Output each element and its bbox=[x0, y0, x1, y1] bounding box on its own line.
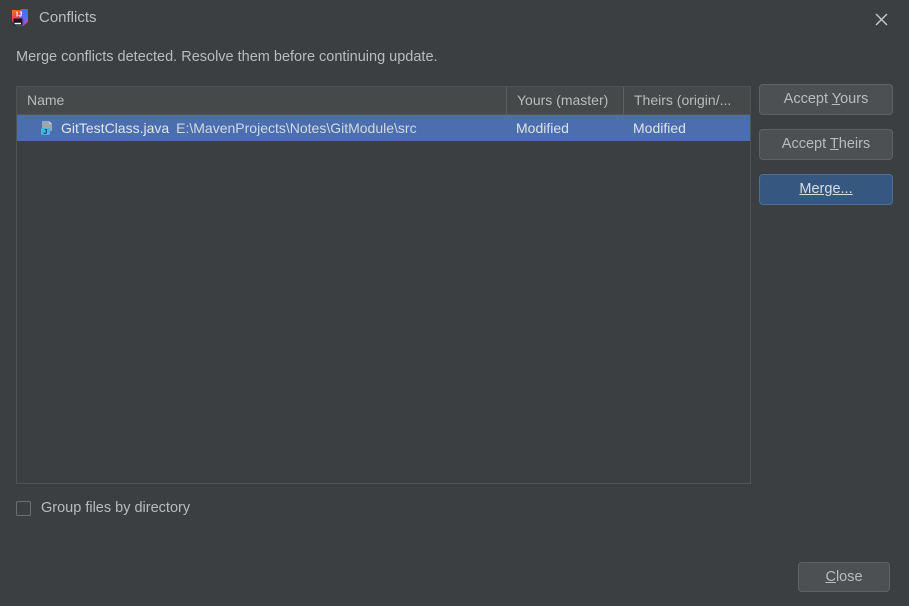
accept-yours-button[interactable]: Accept Yours bbox=[759, 84, 893, 115]
dialog-title: Conflicts bbox=[39, 9, 97, 26]
accept-theirs-mnemonic: T bbox=[829, 136, 839, 152]
close-button[interactable]: Close bbox=[798, 562, 890, 592]
file-name-text: GitTestClass.java bbox=[61, 120, 170, 136]
group-files-by-directory-row[interactable]: Group files by directory bbox=[16, 500, 190, 516]
svg-text:J: J bbox=[43, 129, 47, 136]
column-header-theirs[interactable]: Theirs (origin/... bbox=[623, 87, 750, 114]
accept-theirs-label-after: heirs bbox=[838, 136, 871, 152]
accept-yours-mnemonic: Y bbox=[831, 91, 841, 107]
cell-file-name: J GitTestClass.java E:\MavenProjects\Not… bbox=[17, 115, 506, 141]
accept-yours-label-before: Accept bbox=[783, 91, 832, 107]
cell-theirs-status: Modified bbox=[633, 120, 686, 136]
conflict-message: Merge conflicts detected. Resolve them b… bbox=[16, 49, 438, 65]
conflicts-table: Name Yours (master) Theirs (origin/... J… bbox=[16, 86, 751, 484]
table-row[interactable]: J GitTestClass.java E:\MavenProjects\Not… bbox=[17, 115, 750, 141]
dialog-title-bar: IJ Conflicts bbox=[0, 0, 909, 37]
table-body: J GitTestClass.java E:\MavenProjects\Not… bbox=[17, 115, 750, 483]
close-button-label-after: lose bbox=[835, 569, 863, 585]
group-files-checkbox[interactable] bbox=[16, 500, 31, 516]
java-file-icon: J bbox=[39, 120, 55, 136]
close-button-mnemonic: C bbox=[825, 569, 836, 585]
accept-yours-label-after: ours bbox=[840, 91, 869, 107]
action-button-group: Accept Yours Accept Theirs Merge... bbox=[759, 84, 893, 205]
file-path-text: E:\MavenProjects\Notes\GitModule\src bbox=[176, 120, 417, 136]
table-header-row: Name Yours (master) Theirs (origin/... bbox=[17, 87, 750, 115]
intellij-idea-icon: IJ bbox=[10, 8, 30, 28]
group-files-label: Group files by directory bbox=[41, 500, 191, 516]
close-icon[interactable] bbox=[861, 3, 901, 35]
merge-button[interactable]: Merge... bbox=[759, 174, 893, 205]
merge-button-label: Merge... bbox=[799, 181, 853, 197]
column-header-yours[interactable]: Yours (master) bbox=[506, 87, 623, 114]
column-header-name[interactable]: Name bbox=[17, 87, 506, 114]
cell-yours-status: Modified bbox=[516, 120, 569, 136]
accept-theirs-label-before: Accept bbox=[781, 136, 830, 152]
svg-text:IJ: IJ bbox=[16, 9, 22, 18]
accept-theirs-button[interactable]: Accept Theirs bbox=[759, 129, 893, 160]
